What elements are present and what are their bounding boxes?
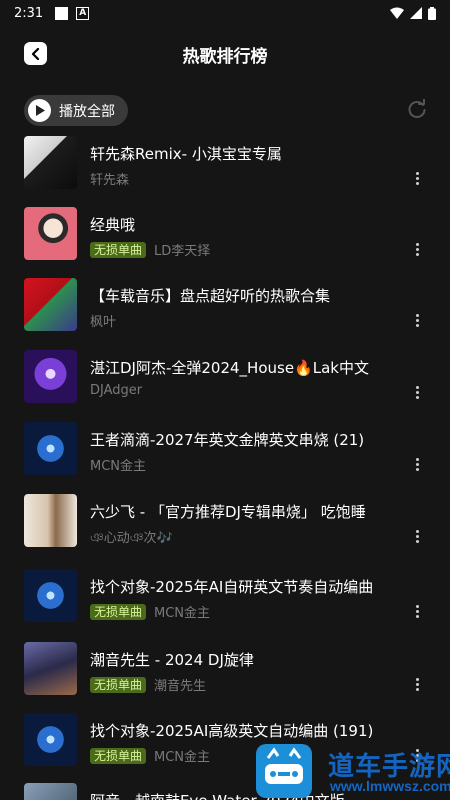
- song-artist: MCN金主: [90, 459, 147, 474]
- signal-icon: [410, 7, 422, 19]
- song-item[interactable]: 轩先森Remix- 小淇宝宝专属 轩先森: [0, 136, 450, 192]
- song-title: 王者滴滴-2027年英文金牌英文串烧 (21): [90, 431, 365, 449]
- song-title: 轩先森Remix- 小淇宝宝专属: [90, 145, 282, 163]
- song-artist: 枫叶: [90, 315, 117, 330]
- song-meta: 无损单曲 潮音先生: [90, 675, 206, 694]
- song-meta: DJAdger: [90, 383, 142, 398]
- song-artist: MCN金主: [154, 750, 211, 765]
- song-artist: ঞ心动ঞ次🎶: [90, 531, 173, 546]
- album-cover: [24, 569, 77, 622]
- song-artist: DJAdger: [90, 383, 143, 398]
- song-meta: 无损单曲 LD李天择: [90, 240, 210, 259]
- song-artist: MCN金主: [154, 606, 211, 621]
- album-cover: [24, 494, 77, 547]
- more-options-icon[interactable]: [410, 454, 424, 474]
- lossless-badge: 无损单曲: [90, 241, 147, 258]
- album-cover: [24, 642, 77, 695]
- refresh-icon[interactable]: [406, 99, 428, 121]
- song-meta: 无损单曲 MCN金主: [90, 746, 210, 765]
- song-item[interactable]: 找个对象-2025年AI自研英文节奏自动编曲 无损单曲 MCN金主: [0, 569, 450, 625]
- song-artist: 轩先森: [90, 173, 130, 188]
- album-cover: [24, 207, 77, 260]
- more-options-icon[interactable]: [410, 239, 424, 259]
- song-item[interactable]: 潮音先生 - 2024 DJ旋律 无损单曲 潮音先生: [0, 642, 450, 698]
- album-cover: [24, 350, 77, 403]
- song-title: 潮音先生 - 2024 DJ旋律: [90, 651, 254, 669]
- more-options-icon[interactable]: [410, 601, 424, 621]
- song-item[interactable]: 王者滴滴-2027年英文金牌英文串烧 (21) MCN金主: [0, 422, 450, 478]
- status-time: 2:31: [14, 5, 44, 21]
- song-item[interactable]: 六少飞 - 「官方推荐DJ专辑串烧」 吃饱睡 ঞ心动ঞ次🎶: [0, 494, 450, 550]
- status-bar: 2:31 A: [0, 0, 450, 26]
- album-cover: [24, 713, 77, 766]
- song-title: 六少飞 - 「官方推荐DJ专辑串烧」 吃饱睡: [90, 503, 366, 521]
- more-options-icon[interactable]: [410, 382, 424, 402]
- lossless-badge: 无损单曲: [90, 603, 147, 620]
- song-artist: 潮音先生: [154, 679, 207, 694]
- album-cover: [24, 136, 77, 189]
- song-meta: 轩先森: [90, 169, 129, 188]
- song-item[interactable]: 【车载音乐】盘点超好听的热歌合集 枫叶: [0, 278, 450, 334]
- song-meta: MCN金主: [90, 455, 146, 474]
- album-cover: [24, 278, 77, 331]
- song-meta: ঞ心动ঞ次🎶: [90, 527, 173, 550]
- song-title: 【车载音乐】盘点超好听的热歌合集: [90, 287, 331, 305]
- lossless-badge: 无损单曲: [90, 747, 147, 764]
- watermark-url: www.lmwwsz.com: [330, 778, 450, 794]
- more-options-icon[interactable]: [410, 310, 424, 330]
- song-meta: 无损单曲 MCN金主: [90, 602, 210, 621]
- battery-icon: [428, 6, 436, 20]
- more-options-icon[interactable]: [410, 526, 424, 546]
- page-title: 热歌排行榜: [182, 47, 268, 67]
- album-cover: [24, 783, 77, 800]
- lossless-badge: 无损单曲: [90, 676, 147, 693]
- notification-a-icon: A: [76, 6, 90, 20]
- song-title: 湛江DJ阿杰-全弹2024_House🔥Lak中文: [90, 359, 369, 377]
- more-options-icon[interactable]: [410, 674, 424, 694]
- song-meta: 枫叶: [90, 311, 116, 330]
- album-cover: [24, 422, 77, 475]
- song-title: 经典哦: [90, 216, 136, 234]
- site-watermark: 道车手游网 www.lmwwsz.com: [250, 742, 450, 800]
- car-logo-icon: [256, 744, 312, 798]
- play-all-label: 播放全部: [59, 103, 115, 120]
- notification-square-icon: [55, 6, 69, 20]
- play-all-button[interactable]: 播放全部: [24, 95, 128, 126]
- top-app-bar: 热歌排行榜: [0, 34, 450, 74]
- song-title: 找个对象-2025年AI自研英文节奏自动编曲: [90, 578, 374, 596]
- song-artist: LD李天择: [154, 244, 211, 259]
- song-title: 找个对象-2025AI高级英文自动编曲 (191): [90, 722, 374, 740]
- wifi-icon: [390, 7, 404, 19]
- more-options-icon[interactable]: [410, 168, 424, 188]
- play-icon: [28, 99, 51, 122]
- song-item[interactable]: 湛江DJ阿杰-全弹2024_House🔥Lak中文 DJAdger: [0, 350, 450, 406]
- song-item[interactable]: 经典哦 无损单曲 LD李天择: [0, 207, 450, 263]
